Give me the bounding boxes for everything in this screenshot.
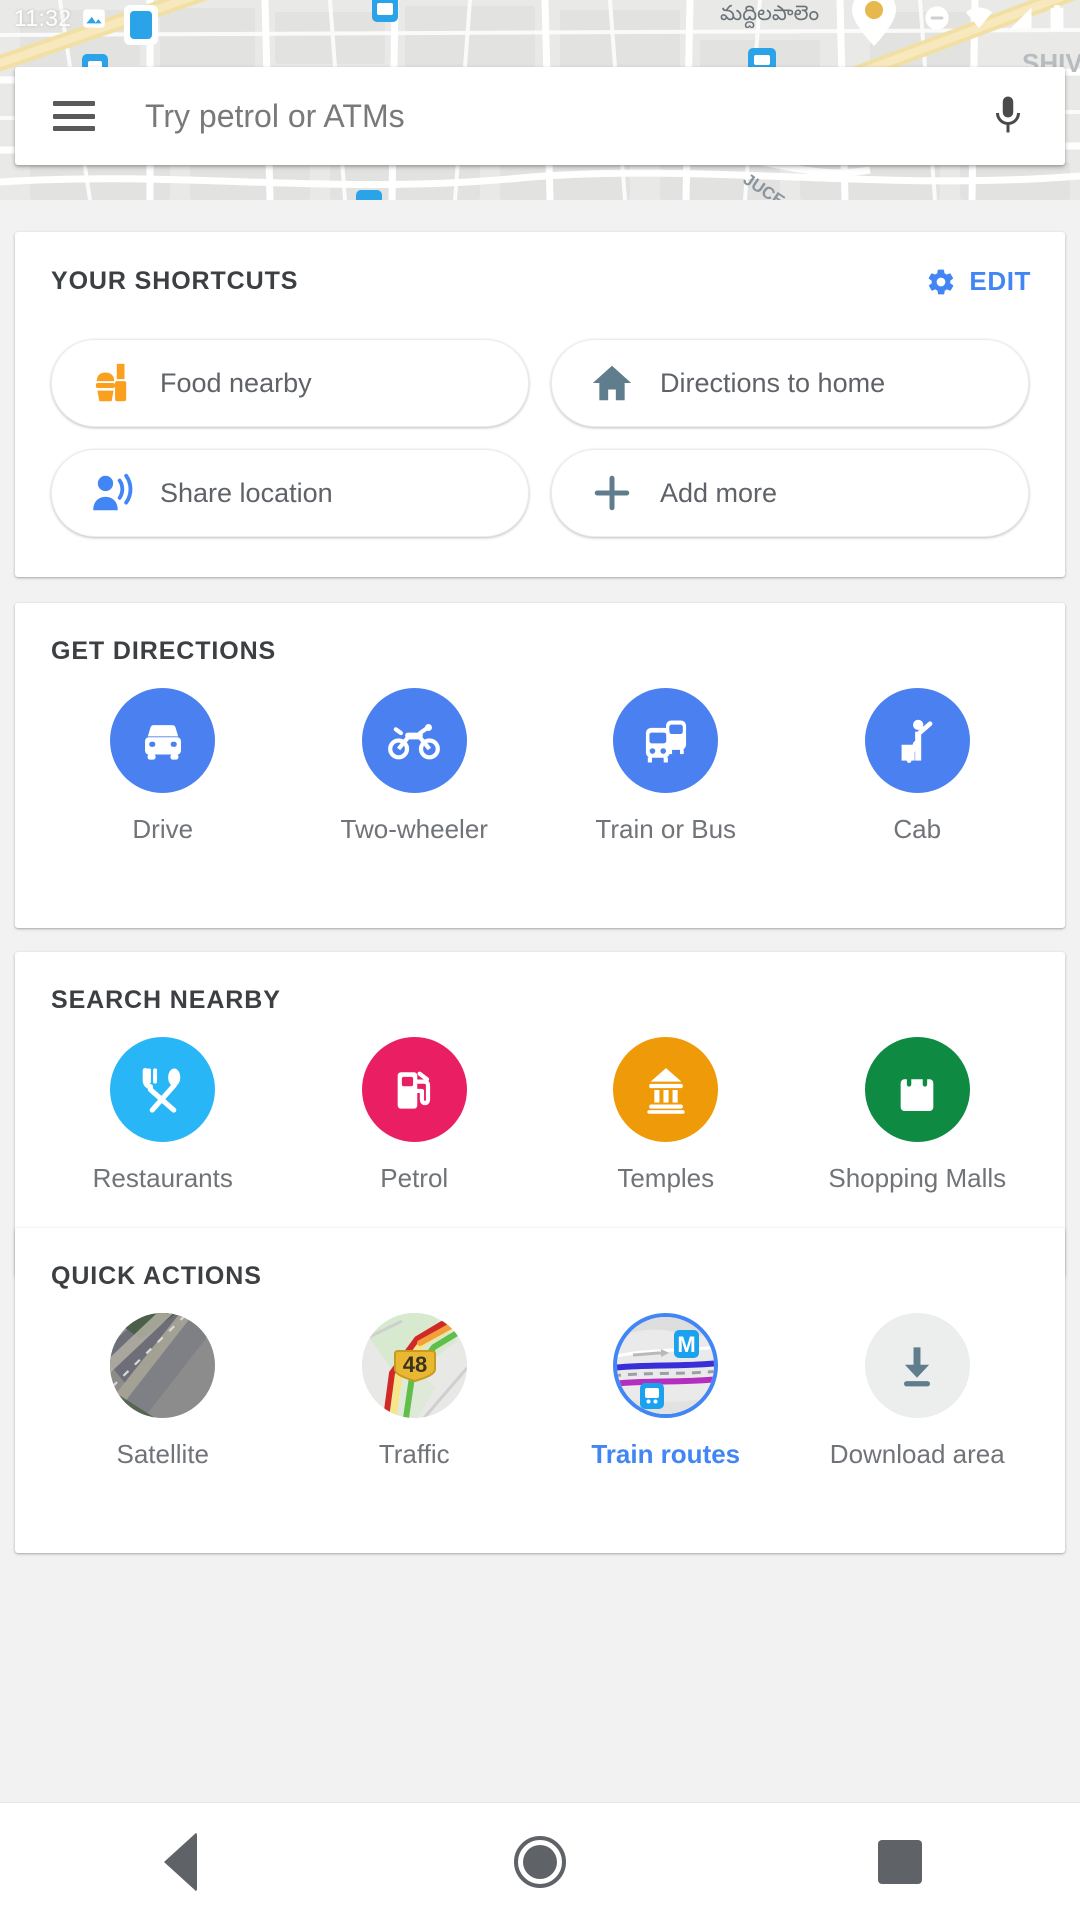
status-notification-icons bbox=[81, 5, 107, 31]
metro-badge: M bbox=[674, 1330, 700, 1358]
search-nearby-title: SEARCH NEARBY bbox=[51, 986, 281, 1014]
status-time: 11:32 bbox=[14, 4, 72, 31]
quick-action-label: Traffic bbox=[378, 1439, 450, 1469]
get-directions-card: GET DIRECTIONS Drive Two-wheeler Train o… bbox=[15, 603, 1065, 928]
battery-icon bbox=[1050, 5, 1064, 31]
search-input[interactable]: Try petrol or ATMs bbox=[145, 98, 981, 135]
wifi-icon bbox=[965, 7, 993, 28]
nearby-label: Petrol bbox=[380, 1163, 449, 1193]
shortcut-chip-directions-to-home[interactable]: Directions to home bbox=[551, 339, 1029, 427]
shortcut-chip-label: Share location bbox=[160, 477, 333, 508]
nearby-temples[interactable]: Temples bbox=[540, 1037, 792, 1194]
quick-action-label: Download area bbox=[829, 1439, 1005, 1469]
quick-action-train-routes[interactable]: M Train routes bbox=[540, 1313, 792, 1470]
motorcycle-icon bbox=[361, 688, 467, 793]
train-badge bbox=[640, 1383, 665, 1409]
quick-action-traffic[interactable]: 48 Traffic bbox=[289, 1313, 541, 1470]
car-icon bbox=[110, 688, 216, 793]
direction-mode-cab[interactable]: Cab bbox=[792, 688, 1044, 845]
quick-action-download-area[interactable]: Download area bbox=[792, 1313, 1044, 1470]
shopping-bag-icon bbox=[864, 1037, 970, 1142]
shortcut-chip-add-more[interactable]: Add more bbox=[551, 449, 1029, 537]
home-button[interactable] bbox=[465, 1803, 615, 1920]
dnd-icon bbox=[925, 6, 949, 30]
shortcut-chip-food-nearby[interactable]: Food nearby bbox=[51, 339, 529, 427]
screenshot-icon bbox=[83, 9, 106, 28]
plus-icon bbox=[586, 467, 638, 519]
direction-mode-train-or-bus[interactable]: Train or Bus bbox=[540, 688, 792, 845]
shortcuts-header: YOUR SHORTCUTS EDIT bbox=[15, 232, 1065, 297]
share-location-icon bbox=[86, 467, 138, 519]
temple-icon bbox=[613, 1037, 719, 1142]
download-icon bbox=[864, 1313, 970, 1418]
nearby-label: Shopping Malls bbox=[828, 1163, 1007, 1193]
recents-square-icon bbox=[878, 1839, 922, 1884]
edit-shortcuts-button[interactable]: EDIT bbox=[926, 266, 1031, 297]
get-directions-title: GET DIRECTIONS bbox=[51, 637, 277, 665]
google-maps-explore-screen: JUCE R మద్దిలపాలెం SHIV 11:32 Try petrol… bbox=[0, 0, 1080, 1920]
shortcuts-card: YOUR SHORTCUTS EDIT Food nearby Directio… bbox=[15, 232, 1065, 577]
status-bar: 11:32 bbox=[0, 0, 1080, 36]
quick-action-label: Satellite bbox=[116, 1439, 210, 1469]
home-icon bbox=[586, 357, 638, 409]
search-bar[interactable]: Try petrol or ATMs bbox=[15, 67, 1065, 165]
quick-actions-title: QUICK ACTIONS bbox=[51, 1262, 262, 1290]
traffic-badge-text: 48 bbox=[403, 1352, 427, 1377]
direction-mode-drive[interactable]: Drive bbox=[37, 688, 289, 845]
direction-mode-label: Train or Bus bbox=[595, 814, 737, 844]
back-triangle-icon bbox=[163, 1831, 197, 1892]
back-button[interactable] bbox=[105, 1803, 255, 1920]
shortcut-chip-share-location[interactable]: Share location bbox=[51, 449, 529, 537]
shortcut-chip-label: Add more bbox=[660, 477, 778, 508]
nearby-label: Restaurants bbox=[92, 1163, 233, 1193]
home-circle-icon bbox=[514, 1835, 566, 1888]
direction-mode-label: Two-wheeler bbox=[340, 814, 488, 844]
quick-action-satellite[interactable]: Satellite bbox=[37, 1313, 289, 1470]
fuel-pump-icon bbox=[361, 1037, 467, 1142]
get-directions-row: Drive Two-wheeler Train or Bus Cab bbox=[15, 666, 1065, 879]
nearby-petrol[interactable]: Petrol bbox=[289, 1037, 541, 1194]
search-nearby-row: Restaurants Petrol Temples Shopping Mall… bbox=[15, 1015, 1065, 1228]
direction-mode-label: Drive bbox=[132, 814, 194, 844]
quick-actions-card: QUICK ACTIONS Satellite 48 Traffic M Tra… bbox=[15, 1228, 1065, 1553]
android-navigation-bar bbox=[0, 1802, 1080, 1920]
traffic-thumbnail: 48 bbox=[361, 1313, 467, 1418]
hamburger-menu-icon[interactable] bbox=[53, 101, 95, 131]
quick-actions-row: Satellite 48 Traffic M Train routes Down… bbox=[15, 1291, 1065, 1504]
shortcut-chip-label: Directions to home bbox=[660, 367, 886, 398]
direction-mode-two-wheeler[interactable]: Two-wheeler bbox=[289, 688, 541, 845]
recents-button[interactable] bbox=[825, 1803, 975, 1920]
satellite-thumbnail bbox=[110, 1313, 216, 1418]
cellular-signal-icon bbox=[1010, 7, 1032, 29]
status-system-icons bbox=[923, 4, 1066, 32]
direction-mode-label: Cab bbox=[893, 814, 942, 844]
train-routes-thumbnail: M bbox=[613, 1313, 719, 1418]
highway-shield-badge: 48 bbox=[393, 1350, 436, 1383]
cab-hail-icon bbox=[864, 688, 970, 793]
shortcut-chip-label: Food nearby bbox=[160, 367, 312, 398]
fast-food-icon bbox=[86, 357, 138, 409]
shortcuts-title: YOUR SHORTCUTS bbox=[51, 267, 299, 295]
transit-icon bbox=[613, 688, 719, 793]
edit-label: EDIT bbox=[969, 266, 1031, 296]
nearby-restaurants[interactable]: Restaurants bbox=[37, 1037, 289, 1194]
quick-action-label: Train routes bbox=[591, 1439, 741, 1469]
shortcut-chip-grid: Food nearby Directions to home Share loc… bbox=[15, 297, 1065, 537]
nearby-shopping-malls[interactable]: Shopping Malls bbox=[792, 1037, 1044, 1194]
microphone-icon[interactable] bbox=[981, 86, 1035, 146]
metro-badge-text: M bbox=[678, 1332, 696, 1357]
nearby-label: Temples bbox=[617, 1163, 715, 1193]
restaurant-icon bbox=[110, 1037, 216, 1142]
gear-icon bbox=[929, 269, 954, 294]
